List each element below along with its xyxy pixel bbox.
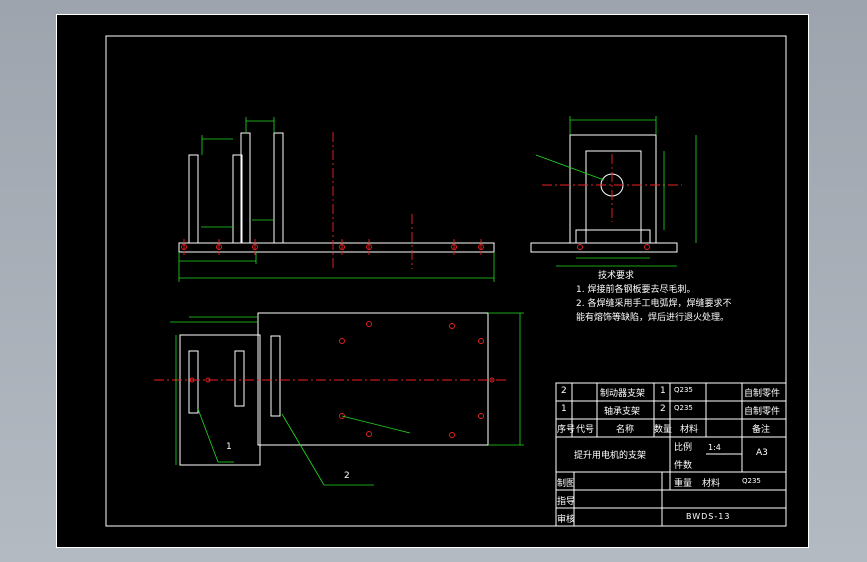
side-view	[530, 116, 697, 267]
header-qty: 数量	[654, 425, 673, 435]
side-window	[585, 150, 642, 244]
bom-header: 序号 代号 名称 数量 材料 备注	[556, 422, 786, 436]
bom-row-1: 1 轴承支架 2 Q235 自制零件	[556, 404, 786, 418]
side-foot	[575, 229, 651, 244]
scale-value: 1:4	[708, 443, 721, 452]
weight-label: 重量	[674, 479, 693, 489]
bom-qty: 2	[660, 404, 666, 414]
upright-4	[273, 132, 284, 244]
bom-row-2: 2 制动器支架 1 Q235 自制零件	[556, 386, 786, 400]
callout-1: 1	[226, 442, 232, 452]
note-1: 1. 焊接前各钢板要去尽毛刺。	[576, 285, 696, 295]
bom-name: 制动器支架	[600, 389, 646, 399]
base-plate	[178, 242, 495, 253]
checked-by: 审核	[557, 515, 576, 525]
technical-notes: 技术要求 1. 焊接前各钢板要去尽毛刺。 2. 各焊缝采用手工电弧焊，焊缝要求不…	[576, 269, 786, 325]
slot-1	[188, 350, 199, 414]
slot-3	[270, 335, 281, 417]
header-code: 代号	[576, 425, 595, 435]
scale-label: 比例	[674, 443, 693, 453]
header-material: 材料	[680, 425, 699, 435]
header-name: 名称	[616, 425, 635, 435]
top-hole	[366, 321, 372, 327]
slot-2	[234, 350, 245, 407]
bom-material: Q235	[674, 404, 693, 412]
top-hole	[339, 338, 345, 344]
bearing-bracket	[179, 334, 261, 466]
bom-remark: 自制零件	[744, 389, 781, 399]
bom-remark: 自制零件	[744, 407, 781, 417]
top-hole	[478, 338, 484, 344]
header-no: 序号	[557, 425, 576, 435]
bom-qty: 1	[660, 386, 666, 396]
side-base	[530, 242, 678, 253]
top-plate	[257, 312, 489, 446]
top-view	[154, 312, 524, 486]
callout-2: 2	[344, 471, 350, 481]
part-name: 提升用电机的支架	[574, 451, 647, 461]
bom-name: 轴承支架	[604, 407, 641, 417]
top-hole	[449, 432, 455, 438]
cad-viewport[interactable]: 技术要求 1. 焊接前各钢板要去尽毛刺。 2. 各焊缝采用手工电弧焊，焊缝要求不…	[0, 0, 867, 562]
note-3: 能有熔饰等缺陷，焊后进行退火处理。	[576, 313, 730, 323]
bom-no: 2	[561, 386, 567, 396]
designed-by: 指导	[557, 497, 576, 507]
front-view	[178, 117, 495, 282]
bom-material: Q235	[674, 386, 693, 394]
side-hole	[577, 244, 583, 250]
drawing-sheet[interactable]: 技术要求 1. 焊接前各钢板要去尽毛刺。 2. 各焊缝采用手工电弧焊，焊缝要求不…	[56, 14, 809, 548]
note-2: 2. 各焊缝采用手工电弧焊，焊缝要求不	[576, 299, 732, 309]
top-hole	[449, 323, 455, 329]
top-hole	[478, 413, 484, 419]
upright-1	[188, 154, 199, 244]
count-label: 件数	[674, 461, 693, 471]
drawing-no: BWDS-13	[686, 512, 731, 521]
bom-no: 1	[561, 404, 567, 414]
title-block: 提升用电机的支架 比例 1:4 件数 A3 重量 材料 Q235 制图 指导 审…	[556, 437, 786, 526]
top-hole	[366, 431, 372, 437]
header-remark: 备注	[752, 425, 771, 435]
drawn-by: 制图	[557, 479, 576, 489]
side-hole	[644, 244, 650, 250]
material-label: 材料	[702, 479, 721, 489]
sheet-size: A3	[756, 448, 768, 458]
notes-title: 技术要求	[598, 271, 635, 281]
material-value: Q235	[742, 477, 761, 485]
